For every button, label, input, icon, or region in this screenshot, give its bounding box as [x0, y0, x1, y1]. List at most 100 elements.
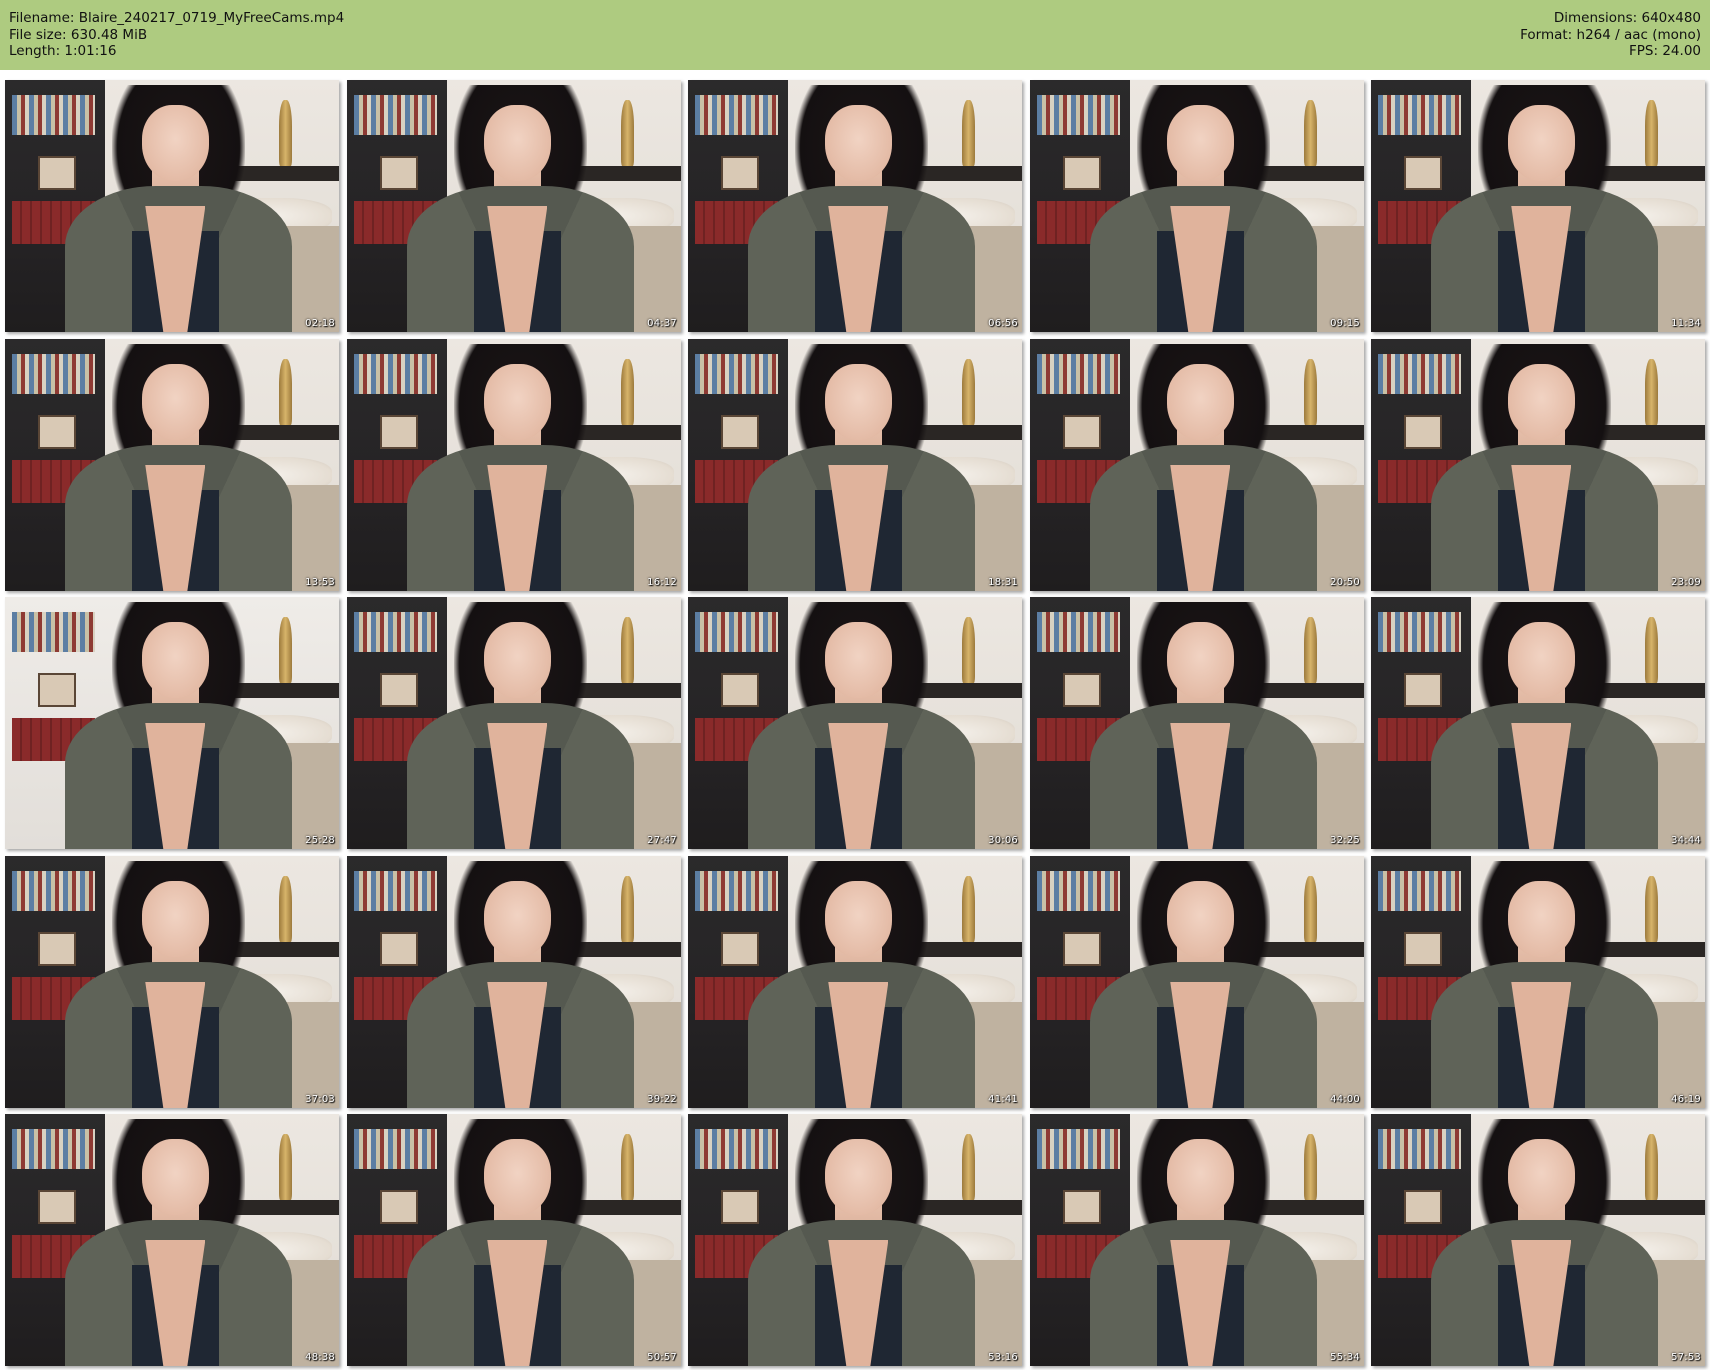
frame-image-detail: [1166, 622, 1234, 698]
video-thumbnail[interactable]: 13:53: [5, 339, 339, 591]
frame-image-detail: [1507, 105, 1575, 181]
contact-sheet-header: Filename: Blaire_240217_0719_MyFreeCams.…: [0, 0, 1710, 70]
frame-image-detail: [38, 931, 76, 966]
thumbnail-timestamp: 55:34: [1330, 1352, 1360, 1363]
video-thumbnail[interactable]: 39:22: [347, 856, 681, 1108]
frame-image-detail: [721, 931, 759, 966]
frame-image-detail: [1166, 1139, 1234, 1215]
frame-image-detail: [721, 414, 759, 449]
thumbnail-timestamp: 09:15: [1330, 318, 1360, 329]
thumbnail-timestamp: 27:47: [647, 835, 677, 846]
video-thumbnail[interactable]: 25:28: [5, 597, 339, 849]
frame-image-detail: [483, 1139, 551, 1215]
video-thumbnail[interactable]: 37:03: [5, 856, 339, 1108]
video-thumbnail[interactable]: 09:15: [1030, 80, 1364, 332]
video-thumbnail[interactable]: 18:31: [688, 339, 1022, 591]
thumbnail-timestamp: 57:53: [1671, 1352, 1701, 1363]
frame-image-detail: [1404, 1189, 1442, 1224]
frame-image-detail: [721, 155, 759, 190]
video-thumbnail[interactable]: 32:25: [1030, 597, 1364, 849]
video-thumbnail[interactable]: 48:38: [5, 1114, 339, 1366]
video-thumbnail[interactable]: 41:41: [688, 856, 1022, 1108]
video-thumbnail[interactable]: 16:12: [347, 339, 681, 591]
frame-image-detail: [1063, 414, 1101, 449]
frame-image-detail: [1303, 359, 1318, 425]
frame-image-detail: [1063, 931, 1101, 966]
frame-image-detail: [1377, 95, 1462, 136]
thumbnail-timestamp: 34:44: [1671, 835, 1701, 846]
frame-image-detail: [380, 1189, 418, 1224]
video-thumbnail[interactable]: 57:53: [1371, 1114, 1705, 1366]
video-thumbnail[interactable]: 34:44: [1371, 597, 1705, 849]
frame-image-detail: [1644, 100, 1659, 166]
frame-image-detail: [1036, 1129, 1121, 1170]
video-thumbnail[interactable]: 46:19: [1371, 856, 1705, 1108]
frame-image-detail: [353, 871, 438, 912]
thumbnail-timestamp: 18:31: [988, 577, 1018, 588]
frame-image-detail: [1377, 612, 1462, 653]
frame-image-detail: [1303, 1134, 1318, 1200]
thumbnail-timestamp: 02:18: [305, 318, 335, 329]
frame-image-detail: [1644, 359, 1659, 425]
frame-image-detail: [278, 100, 293, 166]
frame-image-detail: [353, 95, 438, 136]
video-thumbnail[interactable]: 06:56: [688, 80, 1022, 332]
fps-text: FPS: 24.00: [1629, 43, 1701, 59]
frame-image-detail: [38, 1189, 76, 1224]
thumbnail-timestamp: 39:22: [647, 1094, 677, 1105]
thumbnail-timestamp: 04:37: [647, 318, 677, 329]
video-thumbnail[interactable]: 55:34: [1030, 1114, 1364, 1366]
frame-image-detail: [1166, 105, 1234, 181]
frame-image-detail: [11, 95, 96, 136]
frame-image-detail: [1644, 876, 1659, 942]
video-thumbnail[interactable]: 27:47: [347, 597, 681, 849]
frame-image-detail: [1507, 364, 1575, 440]
thumbnail-timestamp: 53:16: [988, 1352, 1018, 1363]
frame-image-detail: [353, 354, 438, 395]
frame-image-detail: [380, 414, 418, 449]
video-thumbnail[interactable]: 53:16: [688, 1114, 1022, 1366]
video-thumbnail[interactable]: 44:00: [1030, 856, 1364, 1108]
frame-image-detail: [961, 1134, 976, 1200]
dimensions-text: Dimensions: 640x480: [1553, 10, 1701, 26]
frame-image-detail: [380, 155, 418, 190]
length-text: Length: 1:01:16: [9, 43, 117, 59]
frame-image-detail: [1036, 871, 1121, 912]
file-info-right: Dimensions: 640x480 Format: h264 / aac (…: [1520, 10, 1701, 60]
video-thumbnail[interactable]: 02:18: [5, 80, 339, 332]
file-size-text: File size: 630.48 MiB: [9, 26, 148, 43]
thumbnail-timestamp: 23:09: [1671, 577, 1701, 588]
frame-image-detail: [353, 1129, 438, 1170]
frame-image-detail: [380, 672, 418, 707]
frame-image-detail: [141, 622, 209, 698]
video-thumbnail[interactable]: 30:06: [688, 597, 1022, 849]
frame-image-detail: [694, 871, 779, 912]
frame-image-detail: [11, 871, 96, 912]
frame-image-detail: [1404, 672, 1442, 707]
frame-image-detail: [353, 612, 438, 653]
frame-image-detail: [1377, 354, 1462, 395]
frame-image-detail: [278, 876, 293, 942]
frame-image-detail: [694, 354, 779, 395]
frame-image-detail: [694, 1129, 779, 1170]
frame-image-detail: [1063, 155, 1101, 190]
frame-image-detail: [1166, 881, 1234, 957]
frame-image-detail: [1377, 1129, 1462, 1170]
frame-image-detail: [141, 105, 209, 181]
frame-image-detail: [824, 881, 892, 957]
format-text: Format: h264 / aac (mono): [1520, 26, 1701, 43]
frame-image-detail: [141, 364, 209, 440]
video-thumbnail[interactable]: 20:50: [1030, 339, 1364, 591]
video-thumbnail[interactable]: 23:09: [1371, 339, 1705, 591]
frame-image-detail: [483, 881, 551, 957]
video-thumbnail[interactable]: 50:57: [347, 1114, 681, 1366]
video-thumbnail[interactable]: 04:37: [347, 80, 681, 332]
frame-image-detail: [694, 612, 779, 653]
thumbnail-timestamp: 32:25: [1330, 835, 1360, 846]
frame-image-detail: [483, 105, 551, 181]
frame-image-detail: [1303, 100, 1318, 166]
frame-image-detail: [1404, 931, 1442, 966]
video-thumbnail[interactable]: 11:34: [1371, 80, 1705, 332]
frame-image-detail: [824, 364, 892, 440]
frame-image-detail: [961, 359, 976, 425]
